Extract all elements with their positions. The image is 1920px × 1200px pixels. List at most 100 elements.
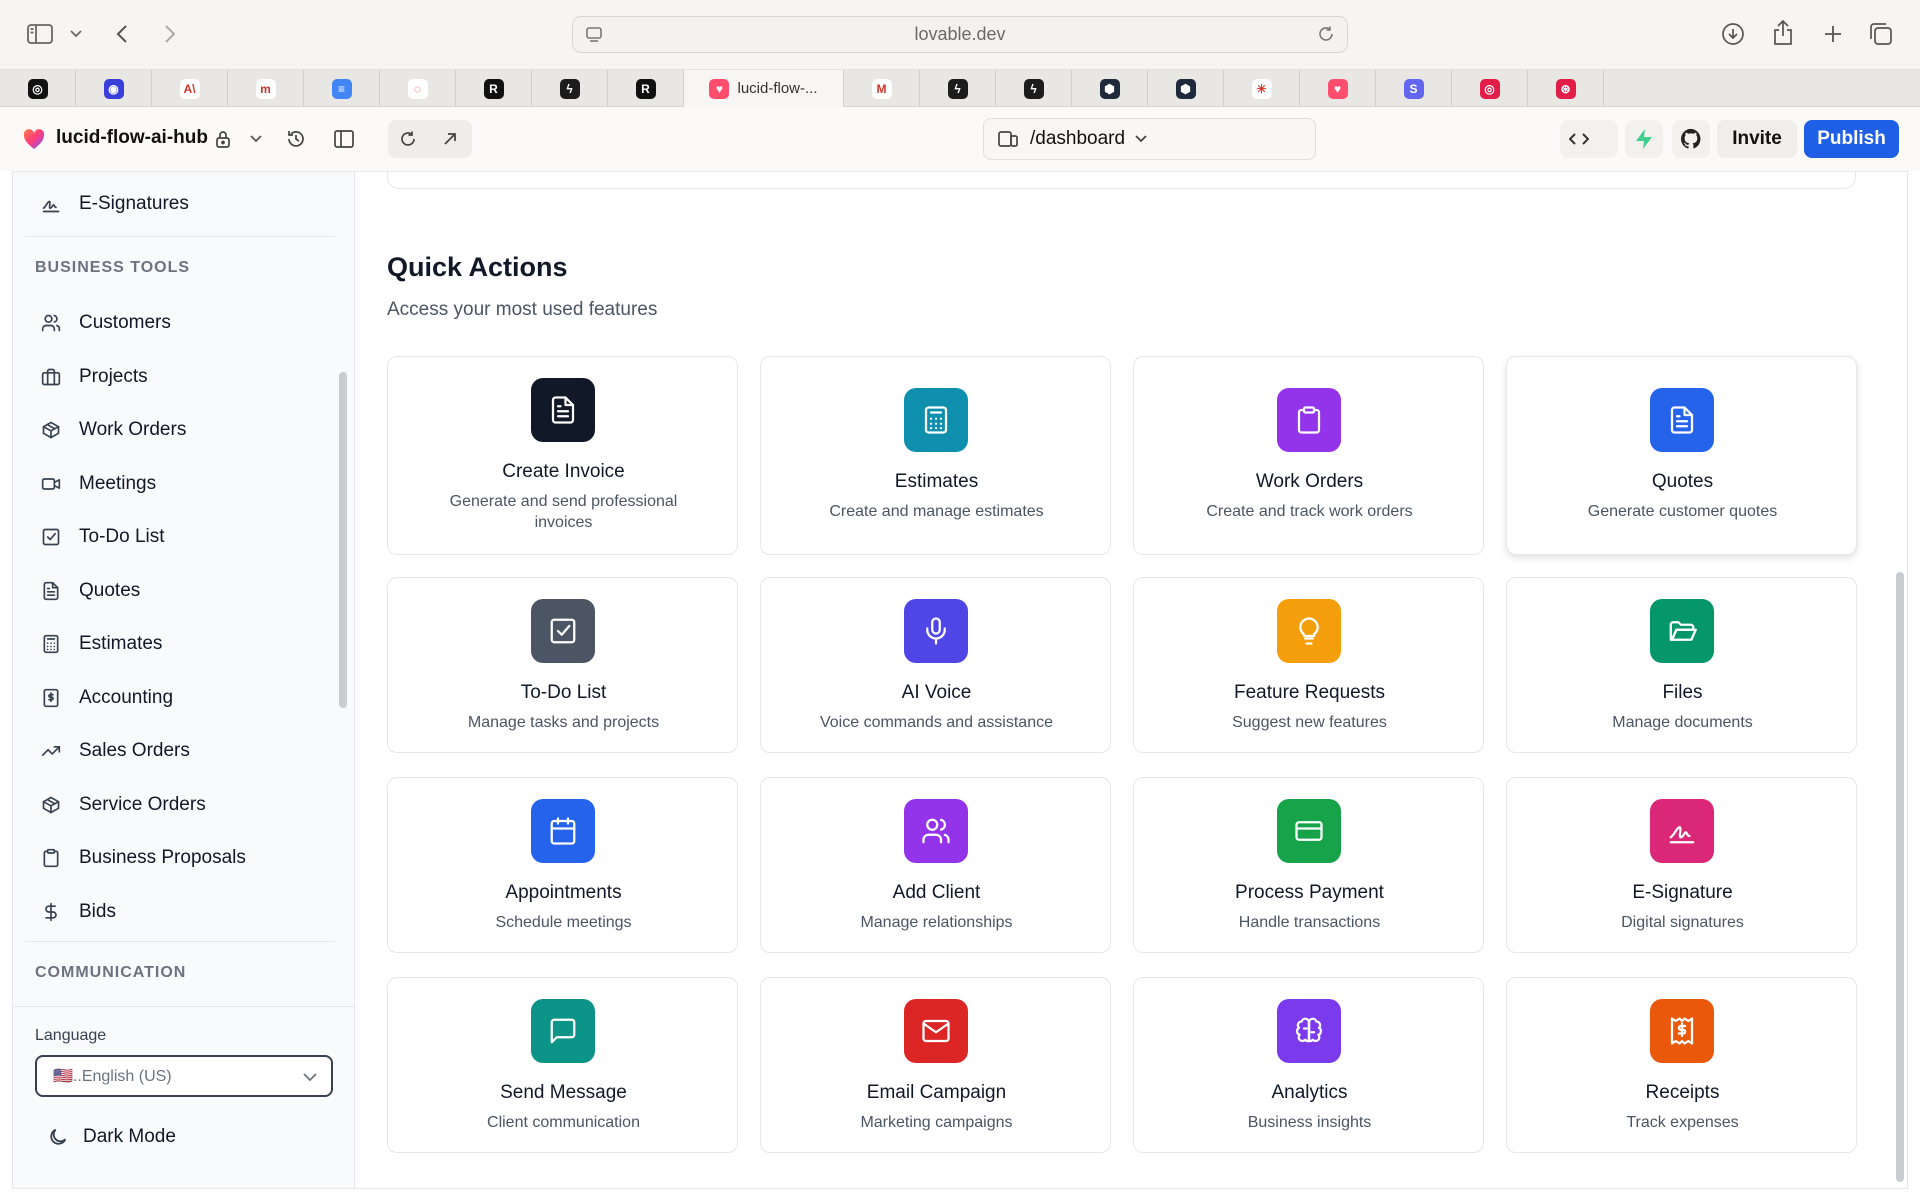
- sidebar-divider: [25, 236, 335, 237]
- browser-tab[interactable]: ⬢: [1072, 70, 1148, 107]
- browser-tab[interactable]: m: [228, 70, 304, 107]
- browser-tab[interactable]: ◎: [1452, 70, 1528, 107]
- chevron-down-icon[interactable]: [248, 132, 264, 146]
- sidebar-item-business-proposals[interactable]: Business Proposals: [41, 838, 246, 878]
- gmail-icon: M: [871, 78, 892, 99]
- route-selector[interactable]: /dashboard: [983, 118, 1316, 160]
- quick-action-appointments[interactable]: Appointments Schedule meetings: [387, 777, 738, 953]
- browser-tab[interactable]: R: [608, 70, 684, 107]
- quick-action-create-invoice[interactable]: Create Invoice Generate and send professi…: [387, 356, 738, 555]
- dark-mode-toggle[interactable]: Dark Mode: [47, 1117, 176, 1157]
- sidebar-scrollbar[interactable]: [339, 372, 347, 708]
- browser-tab[interactable]: S: [1376, 70, 1452, 107]
- browser-tab[interactable]: ◌: [380, 70, 456, 107]
- browser-tab[interactable]: ϟ: [532, 70, 608, 107]
- supabase-icon[interactable]: [1632, 127, 1656, 151]
- main-scrollbar[interactable]: [1896, 572, 1904, 1182]
- card-description: Client communication: [487, 1114, 640, 1131]
- sidebar-toggle-icon[interactable]: [26, 22, 54, 46]
- sidebar-item-customers[interactable]: Customers: [41, 303, 171, 343]
- project-name[interactable]: lucid-flow-ai-hub: [56, 127, 208, 149]
- sidebar-item-quotes[interactable]: Quotes: [41, 571, 140, 611]
- invite-button[interactable]: Invite: [1717, 120, 1797, 158]
- browser-tab[interactable]: ✳: [1224, 70, 1300, 107]
- url-text: lovable.dev: [914, 24, 1006, 44]
- browser-tab[interactable]: A\: [152, 70, 228, 107]
- quick-action-estimates[interactable]: Estimates Create and manage estimates: [760, 356, 1111, 555]
- quick-action-e-signature[interactable]: E-Signature Digital signatures: [1506, 777, 1857, 953]
- page-title: Quick Actions: [387, 252, 568, 282]
- browser-tab[interactable]: ◉: [76, 70, 152, 107]
- language-select[interactable]: 🇺🇸..English (US): [35, 1055, 333, 1097]
- browser-tab[interactable]: ♥: [1300, 70, 1376, 107]
- browser-tab[interactable]: ◎: [0, 70, 76, 107]
- quick-action-work-orders[interactable]: Work Orders Create and track work orders: [1133, 356, 1484, 555]
- sidebar-item-to-do-list[interactable]: To-Do List: [41, 517, 165, 557]
- quick-action-ai-voice[interactable]: AI Voice Voice commands and assistance: [760, 577, 1111, 753]
- card-description: Digital signatures: [1621, 914, 1744, 931]
- open-external-icon[interactable]: [439, 128, 461, 150]
- card-title: Files: [1662, 682, 1703, 703]
- download-icon[interactable]: [1720, 21, 1746, 47]
- refresh-icon[interactable]: [397, 128, 419, 150]
- quick-action-to-do-list[interactable]: To-Do List Manage tasks and projects: [387, 577, 738, 753]
- github-icon[interactable]: [1679, 127, 1703, 151]
- quick-action-feature-requests[interactable]: Feature Requests Suggest new features: [1133, 577, 1484, 753]
- lovable-logo-icon[interactable]: [22, 127, 46, 151]
- browser-tab[interactable]: R: [456, 70, 532, 107]
- quick-action-add-client[interactable]: Add Client Manage relationships: [760, 777, 1111, 953]
- app-preview: E-Signatures BUSINESS TOOLS Customers Pro…: [12, 171, 1908, 1189]
- new-tab-icon[interactable]: [1820, 21, 1846, 47]
- dollar-receipt-icon: [41, 688, 61, 708]
- quick-action-email-campaign[interactable]: Email Campaign Marketing campaigns: [760, 977, 1111, 1153]
- sidebar-item-estimates[interactable]: Estimates: [41, 624, 162, 664]
- sidebar-item-projects[interactable]: Projects: [41, 357, 148, 397]
- browser-tab[interactable]: ⬢: [1148, 70, 1224, 107]
- briefcase-icon: [41, 367, 61, 387]
- sidebar-item-service-orders[interactable]: Service Orders: [41, 785, 206, 825]
- sidebar-item-label: Service Orders: [79, 793, 206, 815]
- lock-icon[interactable]: [213, 129, 233, 149]
- s-icon: S: [1403, 78, 1424, 99]
- quick-action-receipts[interactable]: Receipts Track expenses: [1506, 977, 1857, 1153]
- tab-overview-icon[interactable]: [1868, 21, 1894, 47]
- browser-tab[interactable]: ⊛: [1528, 70, 1604, 107]
- quick-action-send-message[interactable]: Send Message Client communication: [387, 977, 738, 1153]
- sidebar-item-e-signatures[interactable]: E-Signatures: [41, 184, 189, 224]
- route-text: /dashboard: [1030, 128, 1126, 149]
- back-icon[interactable]: [110, 20, 134, 48]
- quick-action-quotes[interactable]: Quotes Generate customer quotes: [1506, 356, 1857, 555]
- forward-icon[interactable]: [158, 20, 182, 48]
- panel-toggle-icon[interactable]: [333, 128, 355, 150]
- card-title: Work Orders: [1255, 471, 1364, 492]
- sidebar-item-meetings[interactable]: Meetings: [41, 464, 156, 504]
- sidebar-item-label: Accounting: [79, 686, 174, 708]
- card-title: E-Signature: [1632, 882, 1733, 903]
- reload-icon[interactable]: [1317, 25, 1335, 48]
- openai-icon: ◎: [27, 78, 48, 99]
- dollar-icon: [41, 902, 61, 922]
- publish-button[interactable]: Publish: [1804, 120, 1899, 158]
- sidebar-item-work-orders[interactable]: Work Orders: [41, 410, 186, 450]
- sidebar-item-bids[interactable]: Bids: [41, 892, 116, 932]
- address-bar[interactable]: lovable.dev: [572, 16, 1348, 53]
- browser-tab[interactable]: ≡: [304, 70, 380, 107]
- quick-action-process-payment[interactable]: Process Payment Handle transactions: [1133, 777, 1484, 953]
- section-title-communication: COMMUNICATION: [35, 964, 187, 981]
- share-icon[interactable]: [1770, 19, 1796, 47]
- quick-action-files[interactable]: Files Manage documents: [1506, 577, 1857, 753]
- browser-tab[interactable]: M: [844, 70, 920, 107]
- mail-icon: [904, 999, 968, 1063]
- page-menu-icon[interactable]: [585, 26, 603, 49]
- sidebar-item-accounting[interactable]: Accounting: [41, 678, 173, 718]
- docs-icon: ≡: [331, 78, 352, 99]
- browser-tab[interactable]: ϟ: [920, 70, 996, 107]
- sidebar-item-sales-orders[interactable]: Sales Orders: [41, 731, 190, 771]
- chevron-down-icon[interactable]: [68, 26, 84, 42]
- browser-tab[interactable]: ♥ lucid-flow-...: [684, 70, 844, 107]
- browser-tab[interactable]: ϟ: [996, 70, 1072, 107]
- code-icon[interactable]: [1567, 128, 1591, 150]
- circle-icon: ◎: [1479, 78, 1500, 99]
- history-icon[interactable]: [285, 128, 307, 150]
- quick-action-analytics[interactable]: Analytics Business insights: [1133, 977, 1484, 1153]
